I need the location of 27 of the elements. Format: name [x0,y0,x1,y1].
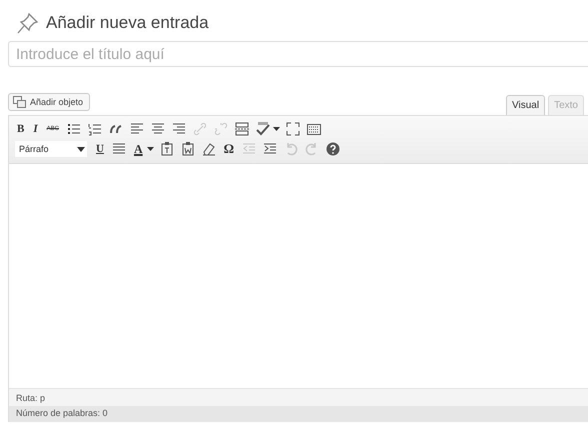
eraser-icon[interactable] [200,141,217,157]
format-select[interactable]: Párrafo [15,141,87,157]
help-icon[interactable] [325,141,342,157]
editor-tab[interactable]: Visual [506,95,546,115]
caret-icon[interactable] [146,147,154,151]
title-input-field[interactable]: Introduce el título aquí [8,41,588,67]
fullscreen-icon[interactable] [284,121,301,137]
read-more-icon[interactable] [234,121,250,137]
text-color-button[interactable]: A [132,142,145,156]
pushpin-icon [16,11,40,35]
italic-button[interactable]: I [31,123,40,135]
bold-button[interactable]: B [15,123,26,135]
page-title: Añadir nueva entrada [46,13,209,33]
spellcheck-icon[interactable] [254,121,271,137]
keyboard-icon[interactable] [306,121,322,137]
paste-text-icon[interactable] [158,141,175,157]
special-character-button[interactable]: Ω [222,141,236,157]
word-count: Número de palabras: 0 [16,408,108,418]
caret-icon [77,146,85,152]
bulleted-list-icon[interactable] [66,121,82,137]
caret-icon[interactable] [272,127,280,131]
underline-button[interactable]: U [94,143,106,155]
paste-word-icon[interactable] [180,141,196,157]
media-icon [13,96,26,108]
numbered-list-icon[interactable] [86,121,103,137]
element-path: Ruta: p [16,392,46,402]
add-media-button[interactable]: Añadir objeto [8,93,90,111]
